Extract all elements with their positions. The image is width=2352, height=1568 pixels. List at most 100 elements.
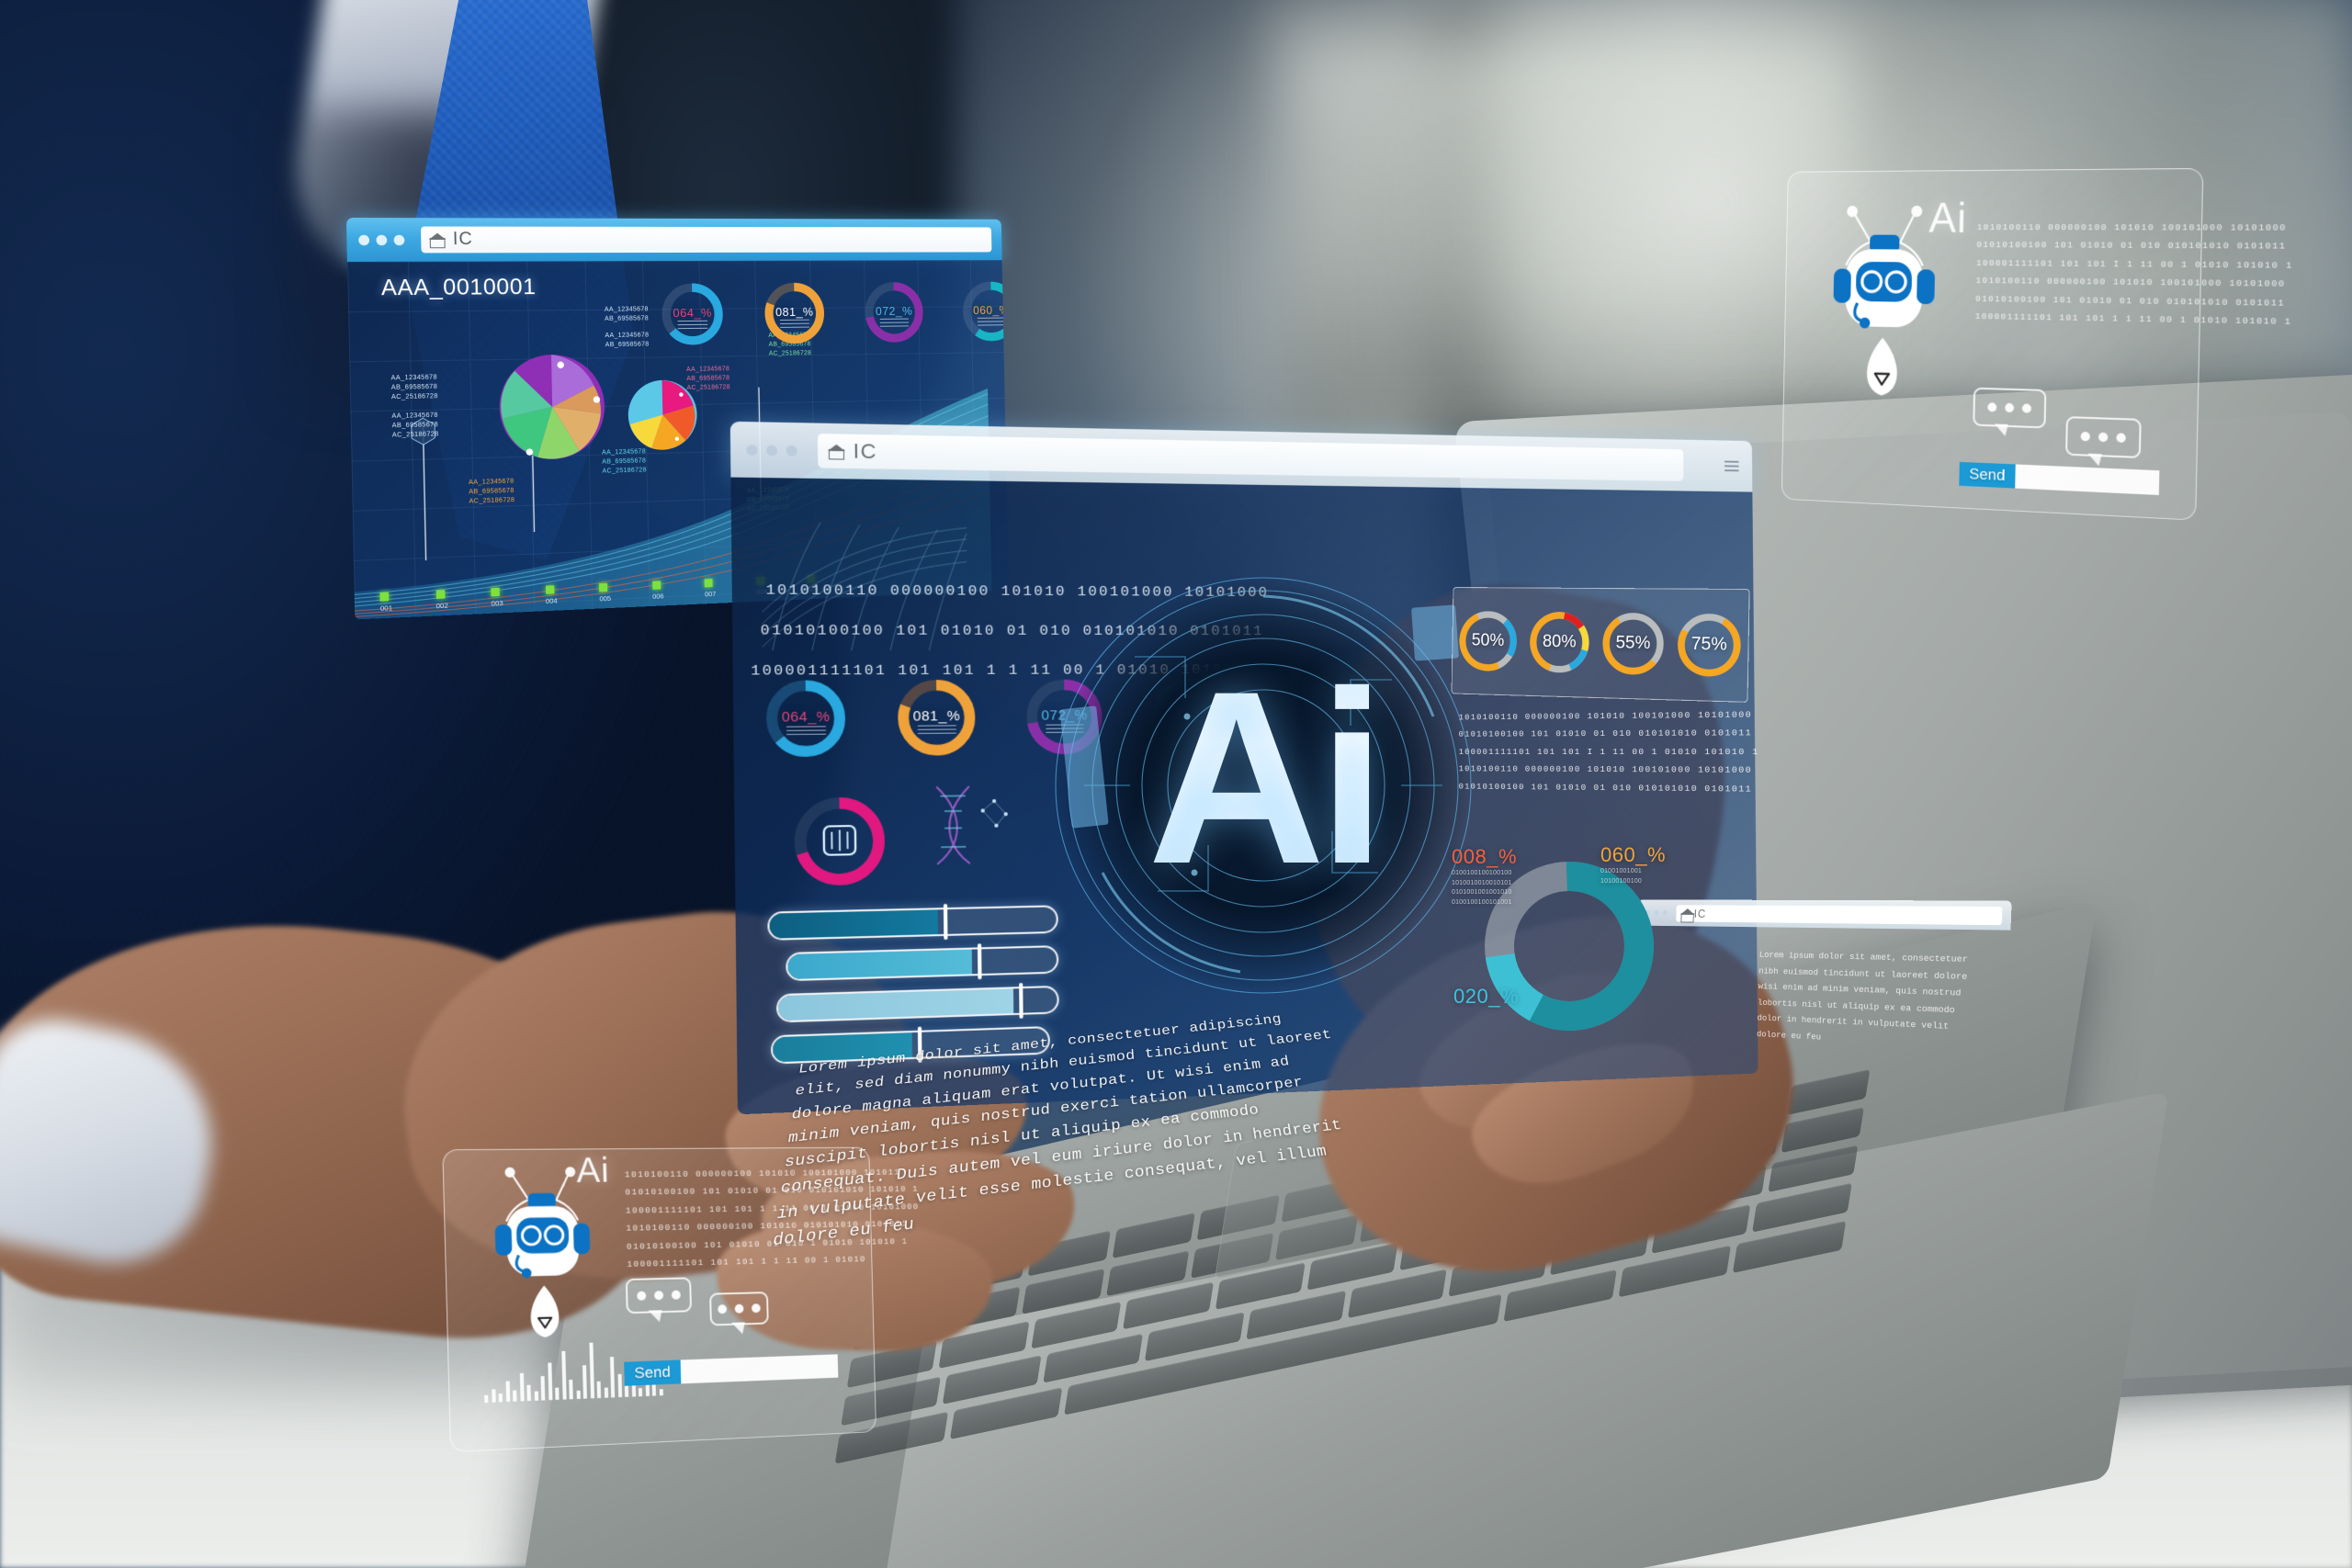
- chat-input[interactable]: [2014, 464, 2160, 496]
- chatbot-panel-top-right[interactable]: Ai 1010100110 000000100 101010 100101000…: [1781, 167, 2293, 521]
- address-bar[interactable]: IC: [817, 434, 1684, 481]
- report-id-label: AAA_0010001: [380, 274, 537, 301]
- tick-marker-icon: [651, 581, 661, 590]
- data-label-group-5: AA_12345678 AB_69585678 AC_25186728: [686, 365, 730, 393]
- window-dot-2[interactable]: [766, 445, 778, 456]
- binary-row: 100001111101 101 101 1 1 11 00 1 01010 1…: [1974, 311, 2292, 328]
- ai-label: Ai: [1928, 194, 1968, 242]
- chat-bubble-2[interactable]: [709, 1292, 769, 1326]
- address-bar[interactable]: IC: [420, 226, 992, 254]
- ai-hero-logo: Ai: [1047, 570, 1479, 1001]
- chat-input[interactable]: [680, 1354, 839, 1384]
- tick-marker-icon: [379, 592, 390, 602]
- data-label: AB_69585678: [604, 315, 649, 323]
- home-icon[interactable]: [430, 232, 446, 246]
- window-dot-3[interactable]: [1662, 909, 1668, 916]
- data-label: AC_25186728: [390, 393, 438, 401]
- browser-titlebar: IC: [345, 217, 1002, 262]
- data-label: AB_69585678: [605, 341, 650, 349]
- home-icon[interactable]: [1681, 908, 1690, 918]
- menu-icon[interactable]: [1724, 460, 1739, 472]
- pie-chart-large: [498, 354, 606, 461]
- float-value: 020_%: [1453, 985, 1520, 1008]
- donut-75[interactable]: 75%: [1674, 610, 1745, 681]
- axis-tick: 006: [651, 581, 664, 601]
- tick-marker-icon: [704, 579, 713, 588]
- ai-label: Ai: [575, 1151, 611, 1191]
- address-bar-text: IC: [1693, 906, 1707, 920]
- browser-titlebar: IC: [1637, 899, 2012, 931]
- gauge-064[interactable]: 064_%: [659, 281, 726, 348]
- small-right-browser-panel[interactable]: IC Lorem ipsum dolor sit amet, consectet…: [1633, 899, 2012, 1106]
- gauge-081[interactable]: 081_%: [895, 677, 978, 759]
- gauge-081[interactable]: 081_%: [762, 280, 827, 346]
- ai-logo-text: Ai: [1047, 570, 1479, 1001]
- progress-bar-2[interactable]: [786, 943, 1059, 982]
- data-label: AC_25186728: [469, 497, 515, 505]
- window-dot-1[interactable]: [746, 444, 758, 456]
- axis-tick: 001: [379, 592, 392, 613]
- chat-bubble-1[interactable]: [625, 1277, 693, 1314]
- float-value: 060_%: [1600, 843, 1667, 866]
- float-sublines: 0100100100100100 1010010010010101 01010010…: [1452, 870, 1512, 906]
- data-label-group-8: AA_12345678 AB_69585678 AC_25186728: [602, 447, 647, 477]
- chat-bubble-1[interactable]: [1973, 387, 2047, 429]
- donut-label: 50%: [1471, 630, 1505, 651]
- data-label: AC_25186728: [768, 350, 812, 358]
- gauge-072[interactable]: 072_%: [863, 280, 926, 345]
- send-button[interactable]: Send: [624, 1359, 682, 1386]
- home-icon[interactable]: [829, 444, 844, 458]
- address-bar-text: IC: [452, 229, 474, 250]
- window-dot-3[interactable]: [786, 445, 797, 457]
- window-dot-1[interactable]: [358, 234, 370, 245]
- float-value: 008_%: [1452, 845, 1518, 868]
- tick-marker-icon: [491, 587, 500, 597]
- chat-bubble-2[interactable]: [2065, 416, 2142, 459]
- progress-bar-1[interactable]: [767, 903, 1058, 941]
- data-label: AA_12345678: [605, 332, 650, 340]
- tick-marker-icon: [599, 582, 608, 592]
- gauge-060[interactable]: 060_%: [960, 279, 1009, 344]
- data-label: AC_25186728: [391, 431, 439, 440]
- data-label-group-1: AA_12345678 AB_69585678 AC_25186728: [390, 373, 437, 402]
- progress-bar-3[interactable]: [775, 982, 1059, 1023]
- binary-row: 1010100110 000000100 101010 100101000 10…: [1458, 763, 1753, 776]
- binary-row: 100001111101 101 101 I 1 11 00 1 01010 1…: [1458, 746, 1759, 758]
- send-button[interactable]: Send: [1959, 461, 2016, 489]
- data-label-group-4: AA_12345678 AB_69585678: [605, 305, 649, 324]
- binary-row: 1010100110 000000100 101010 100101000 10…: [1458, 709, 1753, 723]
- float-label-008: 008_% 0100100100100100 1010010010010101 01…: [1452, 845, 1517, 908]
- axis-tick: 003: [491, 587, 503, 608]
- donut-55[interactable]: 55%: [1599, 609, 1668, 679]
- gauge-row: 064_% 081_% 072_%: [659, 279, 1009, 348]
- donut-label: 55%: [1615, 633, 1651, 654]
- scene-root: IC AAA_0010001 AA_12345678 AB_69585678 A…: [0, 0, 2352, 1568]
- data-label: AC_25186728: [686, 384, 730, 392]
- binary-stream: 1010100110 000000100 101010 100101000 10…: [1975, 219, 2294, 332]
- axis-tick: 004: [545, 585, 558, 605]
- donut-80[interactable]: 80%: [1526, 608, 1593, 677]
- data-label-group-7: AA_12345678 AB_69585678 AC_25186728: [469, 478, 514, 508]
- dna-helix-icon: [919, 769, 1008, 874]
- float-sublines: 01001001001 10100100100: [1600, 868, 1643, 885]
- donut-label: 75%: [1690, 634, 1727, 655]
- binary-row: 01010100100 101 01010 01 010 010101010 0…: [1976, 240, 2287, 253]
- right-stats-card[interactable]: 50% 80% 55% 75%: [1452, 587, 1750, 703]
- binary-row: 1010100110 000000100 101010 100101000 10…: [1976, 221, 2288, 233]
- gauge-064[interactable]: 064_%: [763, 677, 848, 760]
- data-label: AA_12345678: [604, 306, 649, 313]
- brain-gauge[interactable]: [790, 793, 889, 890]
- window-dot-3[interactable]: [393, 234, 405, 245]
- binary-stream-right: 1010100110 000000100 101010 100101000 10…: [1459, 705, 1759, 798]
- window-dot-2[interactable]: [376, 234, 388, 245]
- tick-marker-icon: [435, 590, 445, 599]
- binary-row: 01010100100 101 01010 01 010 010101010 0…: [1458, 781, 1753, 795]
- float-label-020: 020_%: [1453, 985, 1519, 1009]
- axis-tick: 002: [435, 590, 448, 610]
- donut-50[interactable]: 50%: [1456, 607, 1521, 675]
- data-label-group-3: AA_12345678 AB_69585678: [605, 331, 649, 350]
- address-bar[interactable]: IC: [1676, 904, 2003, 925]
- chat-input-row[interactable]: Send: [1959, 461, 2160, 496]
- binary-row: 01010100100 101 01010 01 010 010101010 0…: [1458, 728, 1753, 739]
- donut-label: 80%: [1542, 632, 1577, 652]
